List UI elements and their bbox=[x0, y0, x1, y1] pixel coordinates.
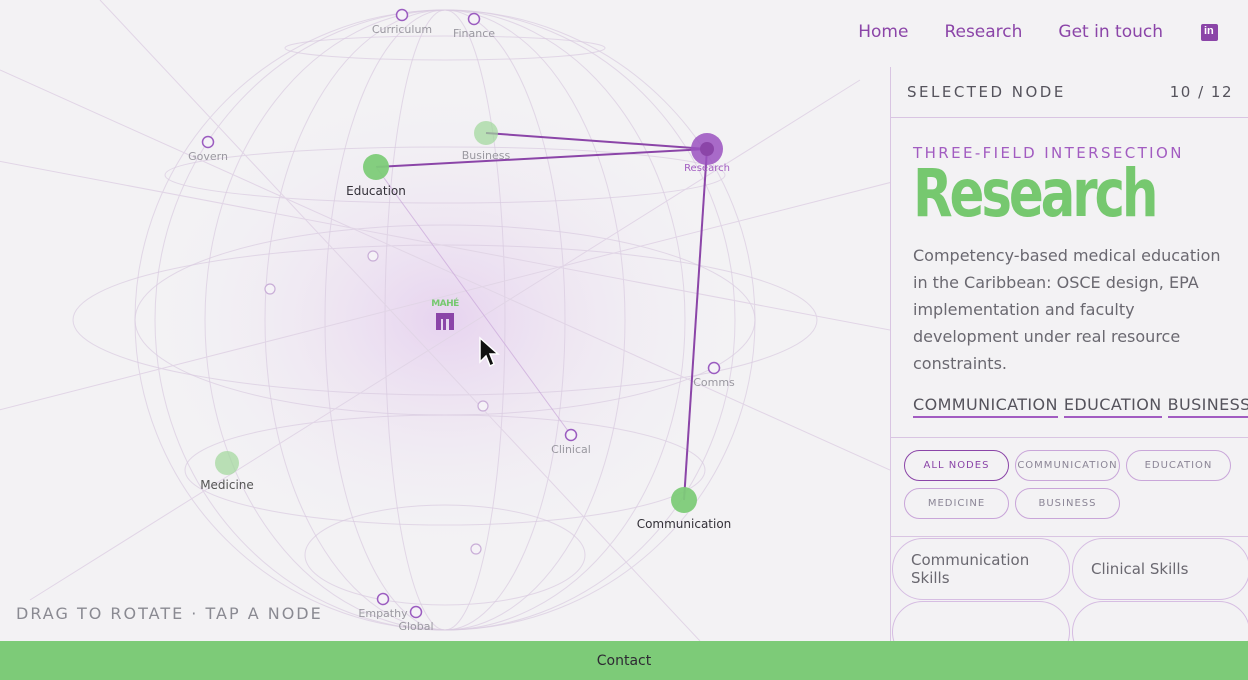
selected-node-panel: SELECTED NODE 10 / 12 THREE-FIELD INTERS… bbox=[890, 67, 1248, 641]
node-govern[interactable]: Govern bbox=[188, 135, 228, 164]
node-label: Global bbox=[398, 620, 433, 633]
node-label: Curriculum bbox=[372, 23, 432, 36]
contact-label: Contact bbox=[596, 652, 652, 669]
panel-title: SELECTED NODE bbox=[907, 83, 1066, 101]
nav-research-link[interactable]: Research bbox=[944, 22, 1022, 42]
node-label: Business bbox=[462, 149, 511, 162]
node-finance[interactable]: Finance bbox=[453, 12, 495, 41]
tag-link[interactable]: EDUCATION bbox=[1063, 395, 1162, 418]
node-card-clinical-skills[interactable]: Clinical Skills bbox=[1072, 538, 1248, 600]
node-label: Education bbox=[346, 184, 406, 198]
node-description: Competency-based medical education in th… bbox=[913, 246, 1221, 373]
contact-bar[interactable]: Contact bbox=[0, 641, 1248, 680]
logo-mark-icon bbox=[436, 313, 454, 330]
node-curriculum[interactable]: Curriculum bbox=[372, 8, 432, 37]
linkedin-icon[interactable]: in bbox=[1201, 23, 1218, 41]
node-u3[interactable] bbox=[477, 400, 489, 412]
filter-communication[interactable]: COMMUNICATION bbox=[1015, 450, 1120, 481]
mouse-cursor-icon bbox=[479, 336, 500, 368]
network-globe[interactable]: Curriculum Finance Govern Business Education… bbox=[0, 0, 890, 641]
node-label: Medicine bbox=[200, 478, 254, 492]
node-research[interactable]: Research bbox=[684, 133, 730, 174]
mahe-logo: MAHÉ bbox=[431, 299, 459, 330]
node-label: Finance bbox=[453, 27, 495, 40]
filter-business[interactable]: BUSINESS bbox=[1015, 488, 1120, 519]
tag-link[interactable]: COMMUNICATION bbox=[913, 395, 1058, 418]
node-label: Clinical bbox=[551, 443, 591, 456]
node-card-partial[interactable] bbox=[1072, 601, 1248, 641]
node-u2[interactable] bbox=[264, 283, 276, 295]
node-detail: THREE-FIELD INTERSECTION Research Compet… bbox=[891, 118, 1248, 438]
node-heading: Research bbox=[913, 155, 1159, 232]
filter-medicine[interactable]: MEDICINE bbox=[904, 488, 1009, 519]
node-label: Govern bbox=[188, 150, 228, 163]
node-empathy[interactable]: Empathy bbox=[358, 592, 408, 621]
nav-home-link[interactable]: Home bbox=[858, 22, 908, 42]
node-u4[interactable] bbox=[470, 543, 482, 555]
node-filters: ALL NODES COMMUNICATION EDUCATION MEDICI… bbox=[891, 438, 1248, 537]
node-tags: COMMUNICATION EDUCATION BUSINESS bbox=[913, 395, 1248, 418]
node-u1[interactable] bbox=[367, 250, 379, 262]
tag-link[interactable]: BUSINESS bbox=[1167, 395, 1248, 418]
node-card-partial[interactable] bbox=[892, 601, 1070, 641]
filter-education[interactable]: EDUCATION bbox=[1126, 450, 1231, 481]
node-label: Comms bbox=[693, 376, 735, 389]
node-label: Empathy bbox=[358, 607, 408, 620]
node-counter: 10 / 12 bbox=[1169, 83, 1233, 101]
nav-contact-link[interactable]: Get in touch bbox=[1058, 22, 1163, 42]
node-card-communication-skills[interactable]: Communication Skills bbox=[892, 538, 1070, 600]
node-label: Research bbox=[684, 163, 730, 174]
rotate-hint: DRAG TO ROTATE · TAP A NODE bbox=[16, 604, 323, 623]
filter-all-nodes[interactable]: ALL NODES bbox=[904, 450, 1009, 481]
panel-header: SELECTED NODE 10 / 12 bbox=[891, 67, 1248, 118]
logo-text: MAHÉ bbox=[431, 299, 459, 309]
top-nav: Home Research Get in touch in bbox=[858, 22, 1218, 42]
node-label: Communication bbox=[637, 517, 732, 531]
